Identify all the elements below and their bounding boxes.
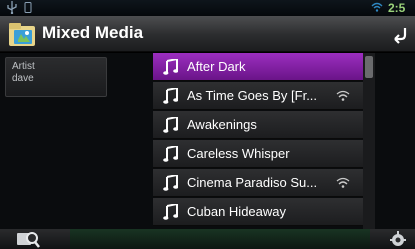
- artist-filter-panel[interactable]: Artist dave: [5, 57, 107, 97]
- music-note-icon: [163, 146, 178, 162]
- streaming-icon: [336, 90, 350, 101]
- track-title: Cuban Hideaway: [187, 204, 287, 219]
- media-folder-icon: [9, 23, 35, 46]
- back-arrow-icon[interactable]: [390, 24, 410, 44]
- track-title: As Time Goes By [Fr...: [187, 88, 318, 103]
- page-title: Mixed Media: [42, 23, 144, 42]
- track-row[interactable]: Awakenings: [153, 111, 363, 139]
- track-row[interactable]: As Time Goes By [Fr...: [153, 82, 363, 110]
- music-note-icon: [163, 59, 178, 75]
- phone-icon: [24, 2, 32, 13]
- track-title: Cinema Paradiso Su...: [187, 175, 318, 190]
- music-note-icon: [163, 175, 178, 191]
- bottom-glow: [70, 229, 370, 249]
- scroll-thumb[interactable]: [365, 56, 373, 78]
- main-content: Artist dave After Dark As Time Goes By […: [0, 53, 415, 229]
- track-row[interactable]: Cuban Hideaway: [153, 198, 363, 226]
- bottom-bar: [0, 229, 415, 249]
- status-clock: 2:5: [388, 1, 406, 15]
- track-row[interactable]: Cinema Paradiso Su...: [153, 169, 363, 197]
- music-note-icon: [163, 117, 178, 133]
- artist-filter-value: dave: [12, 73, 34, 84]
- track-title: Careless Whisper: [187, 146, 290, 161]
- music-note-icon: [163, 204, 178, 220]
- track-title: After Dark: [187, 59, 246, 74]
- title-bar: Mixed Media: [0, 16, 415, 52]
- list-scrollbar[interactable]: [363, 53, 375, 229]
- settings-icon[interactable]: [388, 229, 408, 249]
- track-list[interactable]: After Dark As Time Goes By [Fr... Awaken…: [153, 53, 377, 229]
- music-note-icon: [163, 88, 178, 104]
- search-icon[interactable]: [14, 229, 42, 249]
- track-row[interactable]: After Dark: [153, 53, 363, 81]
- status-bar: 2:5: [0, 0, 415, 16]
- streaming-icon: [336, 177, 350, 188]
- artist-filter-label: Artist: [12, 61, 35, 72]
- usb-icon: [7, 1, 17, 14]
- wifi-icon: [371, 2, 383, 12]
- track-title: Awakenings: [187, 117, 257, 132]
- track-row[interactable]: Careless Whisper: [153, 140, 363, 168]
